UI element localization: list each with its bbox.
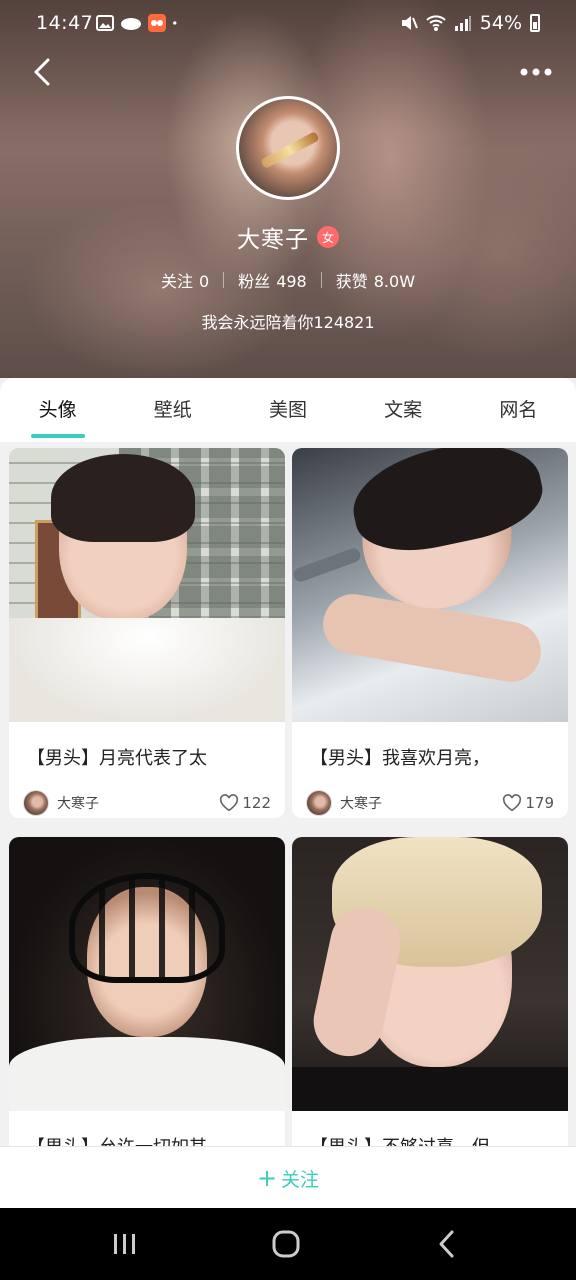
profile-bio: 我会永远陪着你124821 (201, 313, 375, 332)
profile-name: 大寒子 (237, 227, 309, 253)
post-author: 大寒子 (340, 796, 382, 812)
gender-badge-label: 女 (321, 230, 334, 245)
plus-icon: + (256, 1164, 278, 1192)
tab-wallpaper[interactable]: 壁纸 (118, 378, 228, 442)
category-tabs: 头像 壁纸 美图 文案 网名 (0, 378, 576, 442)
mute-icon (401, 16, 418, 30)
post-card[interactable]: 【男头】不够过喜，但 (292, 837, 568, 1146)
tab-pictures[interactable]: 美图 (233, 378, 343, 442)
stat-value: 8.0W (373, 272, 416, 291)
stat-following[interactable]: 关注 0 (147, 268, 223, 292)
stat-fans[interactable]: 粉丝 498 (224, 268, 321, 292)
post-card[interactable]: 【男头】月亮代表了太 大寒子 122 (9, 448, 285, 818)
gallery-icon (96, 15, 114, 31)
post-card[interactable]: 【男头】我喜欢月亮， 大寒子 179 (292, 448, 568, 818)
profile-avatar[interactable] (236, 96, 340, 200)
profile-stats: 关注 0 粉丝 498 获赞 8.0W (0, 268, 576, 292)
avatar-graphic (260, 131, 320, 169)
stat-label: 获赞 (335, 272, 368, 291)
post-grid: 【男头】月亮代表了太 大寒子 122 【男头】我喜欢月亮， 大寒子 179 (0, 442, 576, 1146)
status-right: 54% (400, 12, 540, 34)
author-avatar[interactable] (306, 790, 332, 816)
wifi-icon (426, 15, 446, 31)
like-button[interactable]: 179 (502, 794, 554, 812)
post-author: 大寒子 (57, 796, 99, 812)
post-image[interactable] (9, 448, 285, 722)
status-time: 14:47 (36, 12, 94, 34)
battery-level: 54% (479, 12, 522, 34)
heart-icon (220, 794, 239, 812)
cloud-icon (121, 18, 141, 30)
app-icon (148, 14, 166, 32)
author-avatar[interactable] (23, 790, 49, 816)
stat-likes[interactable]: 获赞 8.0W (322, 268, 429, 292)
like-count: 122 (242, 794, 271, 812)
battery-icon (530, 14, 540, 32)
tab-avatar[interactable]: 头像 (3, 378, 113, 442)
post-title: 【男头】允许一切如其 (27, 1133, 285, 1146)
post-image[interactable] (292, 448, 568, 722)
home-icon[interactable] (266, 1226, 306, 1262)
heart-icon (503, 794, 522, 812)
name-row: 大寒子 女 (0, 220, 576, 254)
stat-value: 0 (198, 272, 210, 291)
stat-label: 关注 (160, 272, 193, 291)
follow-button[interactable]: + 关注 (257, 1165, 319, 1192)
post-title: 【男头】不够过喜，但 (310, 1133, 568, 1146)
status-bar: 14:47 54% (0, 0, 576, 48)
system-nav-bar (0, 1208, 576, 1280)
post-image[interactable] (292, 837, 568, 1111)
post-title: 【男头】我喜欢月亮， (310, 748, 490, 768)
recents-icon[interactable] (104, 1226, 144, 1262)
back-icon[interactable] (24, 54, 60, 90)
profile-header: 14:47 54% 大寒子 女 关注 0 粉丝 498 获赞 8.0W 我会永远陪着你… (0, 0, 576, 378)
follow-label: 关注 (281, 1168, 320, 1191)
status-notification-icons (96, 14, 182, 32)
more-icon[interactable] (516, 58, 556, 86)
post-meta: 大寒子 122 (23, 788, 271, 818)
stat-value: 498 (276, 272, 307, 291)
post-title: 【男头】月亮代表了太 (27, 748, 207, 768)
signal-icon (454, 16, 471, 31)
nav-back-icon[interactable] (428, 1226, 468, 1262)
post-meta: 大寒子 179 (306, 788, 554, 818)
tab-copywriting[interactable]: 文案 (348, 378, 458, 442)
follow-bar: + 关注 (0, 1146, 576, 1209)
dot-icon (173, 21, 177, 25)
like-count: 179 (525, 794, 554, 812)
like-button[interactable]: 122 (219, 794, 271, 812)
tab-nickname[interactable]: 网名 (463, 378, 573, 442)
post-card[interactable]: 【男头】允许一切如其 (9, 837, 285, 1146)
post-image[interactable] (9, 837, 285, 1111)
gender-badge: 女 (317, 226, 339, 248)
stat-label: 粉丝 (238, 272, 271, 291)
